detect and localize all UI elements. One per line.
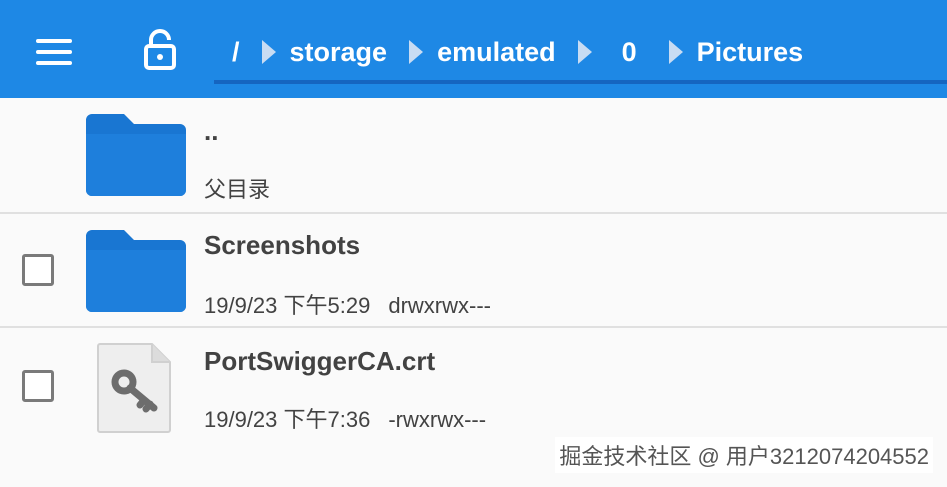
breadcrumb-0[interactable]: 0 xyxy=(622,37,637,68)
file-name: Screenshots xyxy=(204,230,361,260)
breadcrumb-pictures[interactable]: Pictures xyxy=(697,37,804,68)
file-meta: 19/9/23 下午7:36 -rwxrwx--- xyxy=(204,402,486,434)
breadcrumb-emulated[interactable]: emulated xyxy=(437,37,556,68)
chevron-right-icon xyxy=(668,40,683,64)
breadcrumb-root[interactable]: / xyxy=(232,37,240,68)
file-meta: 19/9/23 下午5:29 drwxrwx--- xyxy=(204,288,491,320)
file-date: 19/9/23 下午7:36 xyxy=(204,407,371,432)
menu-icon[interactable] xyxy=(36,37,76,67)
chevron-right-icon xyxy=(577,40,592,64)
checkbox[interactable] xyxy=(22,254,54,286)
file-description: 父目录 xyxy=(204,177,271,202)
chevron-right-icon xyxy=(409,40,424,64)
file-date: 19/9/23 下午5:29 xyxy=(204,293,371,318)
file-name: PortSwiggerCA.crt xyxy=(204,346,436,376)
file-meta: 父目录 xyxy=(204,172,270,204)
folder-icon xyxy=(86,114,186,196)
checkbox[interactable] xyxy=(22,370,54,402)
list-item-screenshots[interactable]: Screenshots 19/9/23 下午5:29 drwxrwx--- xyxy=(0,214,947,326)
breadcrumb: / storage emulated 0 Pictures xyxy=(212,30,947,74)
key-file-icon xyxy=(97,343,171,433)
file-permissions: -rwxrwx--- xyxy=(388,407,487,432)
breadcrumb-storage[interactable]: storage xyxy=(290,37,388,68)
list-item-portswigger-cert[interactable]: PortSwiggerCA.crt 19/9/23 下午7:36 -rwxrwx-… xyxy=(0,328,947,448)
chevron-right-icon xyxy=(261,40,276,64)
list-item-parent[interactable]: .. 父目录 xyxy=(0,98,947,212)
app-bar: / storage emulated 0 Pictures xyxy=(0,0,947,98)
file-permissions: drwxrwx--- xyxy=(388,293,491,318)
watermark: 掘金技术社区 @ 用户3212074204552 xyxy=(555,437,933,473)
lock-open-icon[interactable] xyxy=(140,28,180,72)
file-name: .. xyxy=(204,116,219,146)
folder-icon xyxy=(86,230,186,312)
breadcrumb-underline xyxy=(214,80,947,84)
